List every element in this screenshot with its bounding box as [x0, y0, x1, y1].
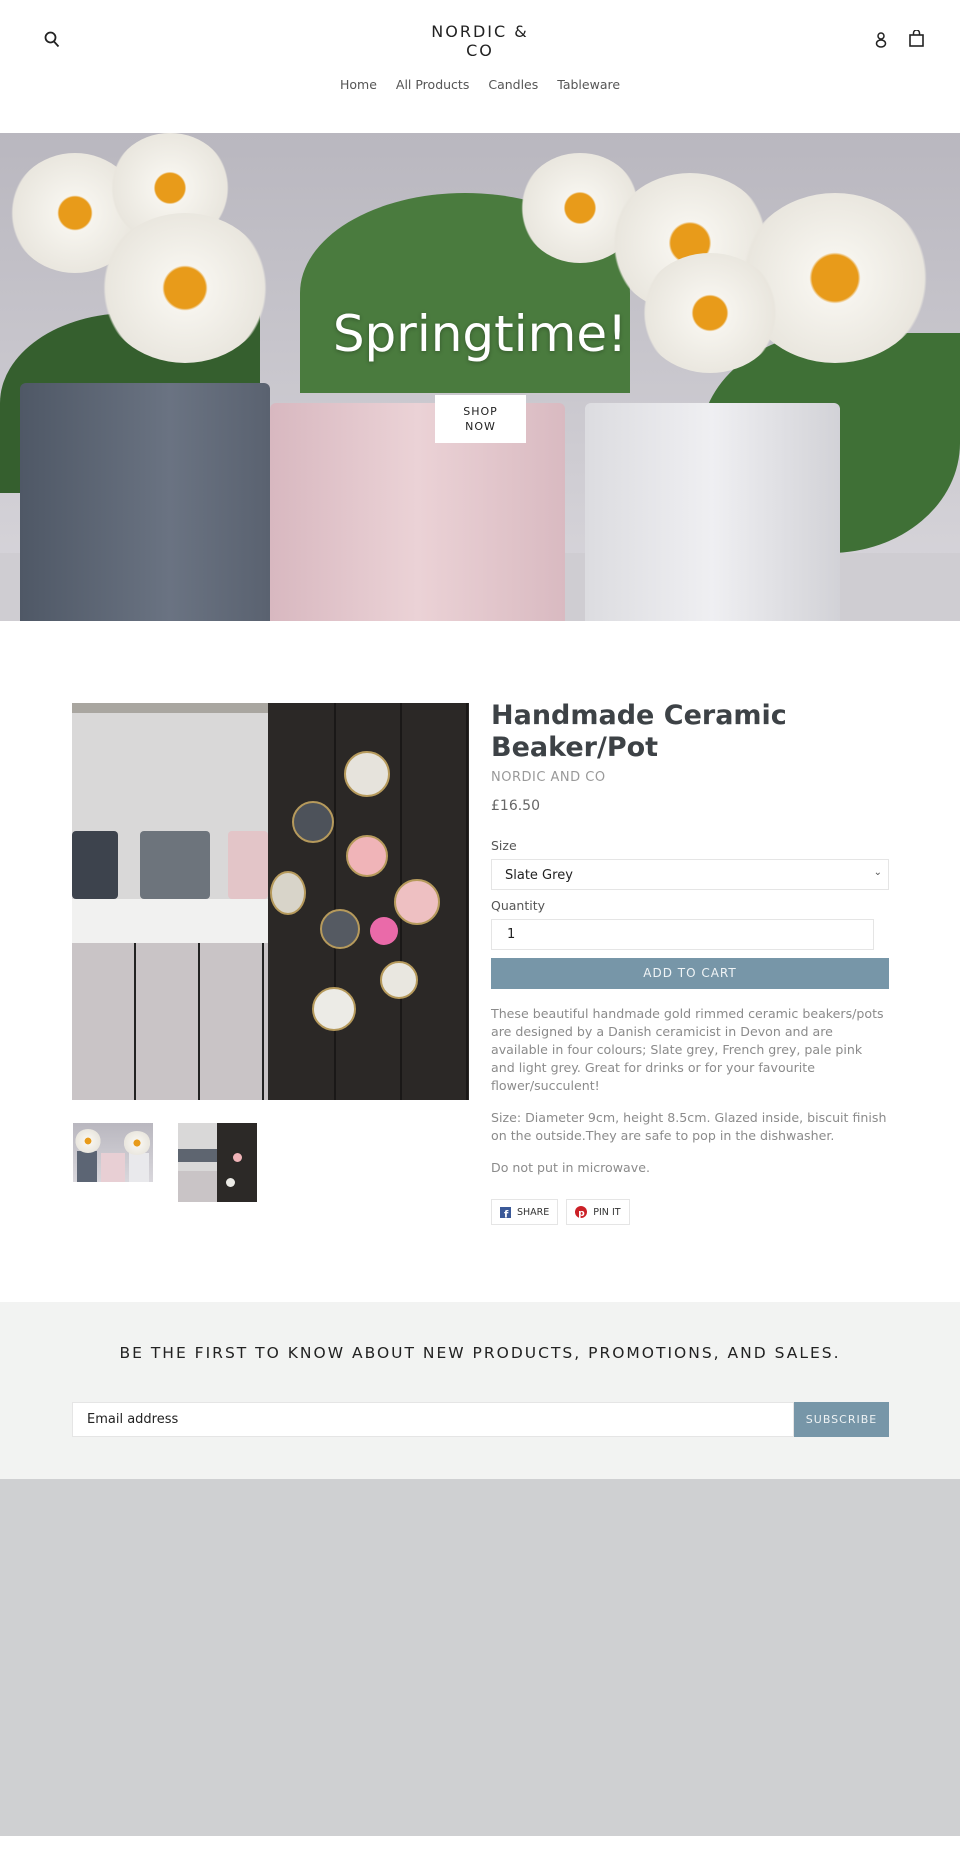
product-thumbnail-2[interactable]	[178, 1123, 257, 1202]
hero-title: Springtime!	[332, 305, 628, 363]
subscribe-button[interactable]: SUBSCRIBE	[794, 1402, 889, 1437]
hero-banner: Springtime! SHOP NOW	[0, 133, 960, 621]
pin-label: PIN IT	[593, 1206, 621, 1218]
button-label: NOW	[465, 420, 496, 433]
svg-text:p: p	[579, 1209, 586, 1218]
description-paragraph: Do not put in microwave.	[491, 1160, 650, 1175]
site-footer	[0, 1479, 960, 1836]
add-to-cart-button[interactable]: ADD TO CART	[491, 958, 889, 989]
chevron-down-icon: ⌄	[873, 867, 882, 878]
size-label: Size	[491, 838, 517, 853]
product-price: £16.50	[491, 798, 540, 814]
size-value: Slate Grey	[505, 868, 573, 883]
description-paragraph: These beautiful handmade gold rimmed cer…	[491, 1006, 884, 1093]
product-main-image[interactable]	[72, 703, 469, 1100]
logo-line: CO	[466, 41, 494, 60]
quantity-label: Quantity	[491, 898, 546, 913]
button-label: SHOP	[463, 405, 498, 418]
product-thumbnail-1[interactable]	[73, 1123, 153, 1182]
newsletter-heading: BE THE FIRST TO KNOW ABOUT NEW PRODUCTS,…	[119, 1344, 841, 1362]
nav-home[interactable]: Home	[340, 77, 377, 92]
description-paragraph: Size: Diameter 9cm, height 8.5cm. Glazed…	[491, 1110, 887, 1143]
newsletter-section: BE THE FIRST TO KNOW ABOUT NEW PRODUCTS,…	[0, 1302, 960, 1479]
social-sharing: f SHARE p PIN IT	[491, 1199, 889, 1225]
email-input[interactable]: Email address	[72, 1402, 794, 1437]
product-title: Handmade Ceramic Beaker/Pot	[491, 700, 787, 763]
product-vendor: NORDIC AND CO	[491, 770, 606, 785]
pin-it-button[interactable]: p PIN IT	[566, 1199, 630, 1225]
main-nav: Home All Products Candles Tableware	[0, 77, 960, 92]
quantity-input[interactable]: 1	[491, 919, 874, 950]
svg-text:f: f	[504, 1209, 509, 1218]
nav-tableware[interactable]: Tableware	[557, 77, 620, 92]
product-info: Handmade Ceramic Beaker/Pot NORDIC AND C…	[491, 700, 889, 1225]
cart-icon[interactable]	[909, 29, 924, 51]
shop-now-button[interactable]: SHOP NOW	[435, 395, 526, 443]
pinterest-icon: p	[575, 1206, 588, 1218]
share-label: SHARE	[517, 1206, 550, 1218]
nav-all-products[interactable]: All Products	[396, 77, 469, 92]
size-select[interactable]: Slate Grey ⌄	[491, 859, 889, 890]
nav-candles[interactable]: Candles	[488, 77, 538, 92]
share-facebook-button[interactable]: f SHARE	[491, 1199, 559, 1225]
product-description: These beautiful handmade gold rimmed cer…	[491, 1005, 889, 1177]
logo-line: NORDIC &	[431, 22, 529, 41]
account-icon[interactable]	[875, 32, 887, 52]
site-logo[interactable]: NORDIC & CO	[0, 22, 960, 60]
facebook-icon: f	[500, 1206, 511, 1218]
hero-image	[0, 133, 960, 621]
